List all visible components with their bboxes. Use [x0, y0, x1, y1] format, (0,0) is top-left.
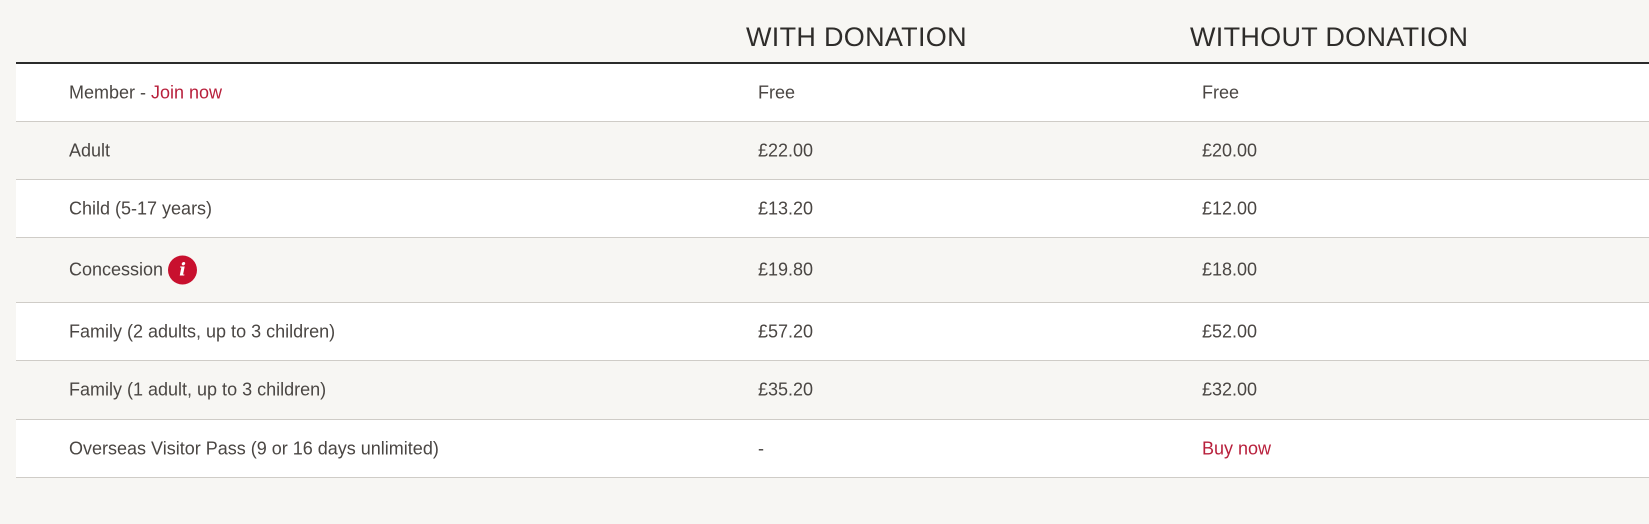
- column-header-without-donation: WITHOUT DONATION: [1190, 22, 1469, 52]
- row-label: Family (1 adult, up to 3 children): [69, 379, 327, 400]
- concession-label: Concession: [69, 259, 164, 280]
- pricing-table: WITH DONATION WITHOUT DONATION Member - …: [16, 0, 1649, 478]
- table-row-child: Child (5-17 years) £13.20 £12.00: [16, 180, 1649, 238]
- table-row-member: Member - Join now Free Free: [16, 64, 1649, 122]
- buy-now-link[interactable]: Buy now: [1202, 438, 1271, 459]
- price-with-donation: £22.00: [758, 140, 814, 160]
- row-label: Adult: [69, 140, 111, 160]
- price-with-donation: -: [758, 438, 764, 458]
- price-with-donation: £35.20: [758, 379, 814, 400]
- price-without-donation: £18.00: [1202, 259, 1258, 280]
- row-label: Child (5-17 years): [69, 198, 213, 218]
- member-separator: -: [135, 82, 152, 102]
- price-without-donation: £32.00: [1202, 379, 1258, 400]
- table-row-adult: Adult £22.00 £20.00: [16, 122, 1649, 180]
- price-with-donation: Free: [758, 82, 796, 102]
- price-without-donation: £52.00: [1202, 321, 1258, 341]
- column-header-with-donation: WITH DONATION: [746, 22, 967, 52]
- table-row-overseas-pass: Overseas Visitor Pass (9 or 16 days unli…: [16, 420, 1649, 478]
- member-label: Member: [69, 82, 136, 102]
- price-with-donation: £13.20: [758, 198, 814, 218]
- row-label: Concession i: [69, 255, 198, 285]
- table-header: WITH DONATION WITHOUT DONATION: [16, 0, 1649, 64]
- price-with-donation: £19.80: [758, 259, 814, 280]
- price-without-donation: £20.00: [1202, 140, 1258, 160]
- table-row-family-1-adult: Family (1 adult, up to 3 children) £35.2…: [16, 361, 1649, 420]
- table-row-family-2-adults: Family (2 adults, up to 3 children) £57.…: [16, 303, 1649, 361]
- join-now-link[interactable]: Join now: [151, 82, 222, 103]
- price-without-donation: Free: [1202, 82, 1240, 102]
- row-label: Member - Join now: [69, 82, 222, 103]
- row-label: Family (2 adults, up to 3 children): [69, 321, 336, 341]
- price-without-donation: £12.00: [1202, 198, 1258, 218]
- row-label: Overseas Visitor Pass (9 or 16 days unli…: [69, 438, 439, 458]
- info-icon[interactable]: i: [168, 255, 198, 285]
- price-with-donation: £57.20: [758, 321, 814, 341]
- table-row-concession: Concession i £19.80 £18.00: [16, 238, 1649, 303]
